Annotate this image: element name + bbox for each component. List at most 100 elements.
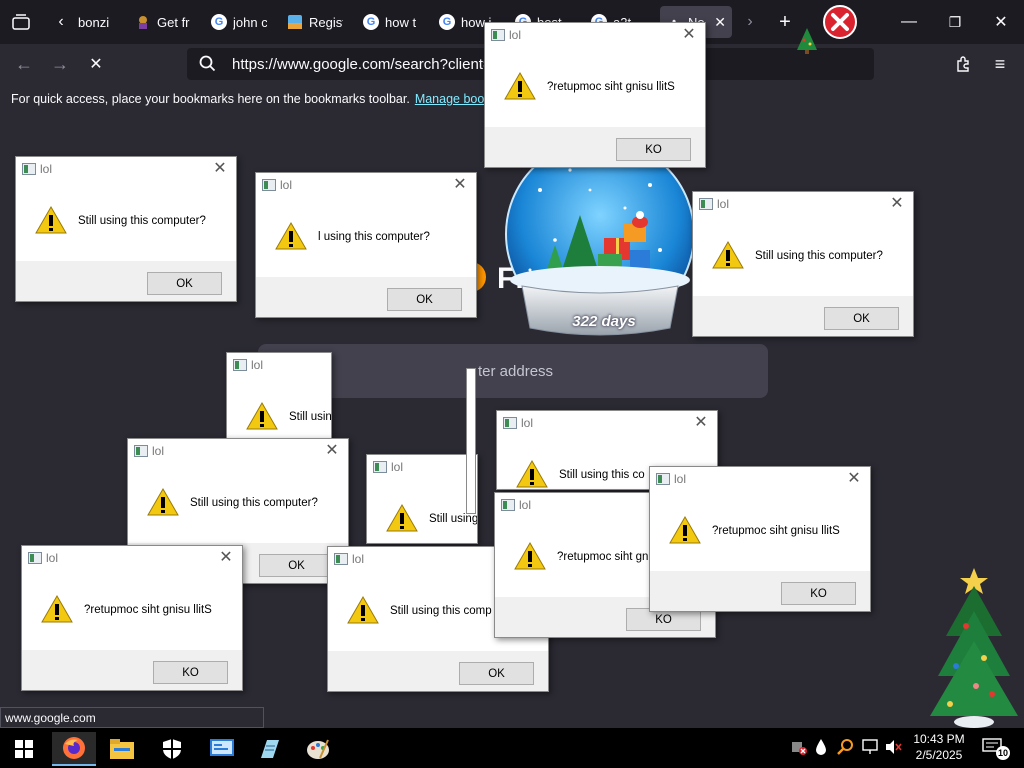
search-icon (199, 55, 216, 77)
ok-button[interactable]: KO (153, 661, 228, 684)
windows-start-icon[interactable] (2, 732, 46, 766)
network-icon[interactable] (862, 739, 880, 758)
warning-dialog: lol ✕ ?retupmoc siht gnisu llitS KO (649, 466, 871, 612)
dialog-title: lol (519, 498, 532, 512)
dialog-footer: OK (16, 261, 236, 301)
dialog-titlebar[interactable]: lol ✕ (693, 192, 913, 216)
dialog-footer: KO (485, 127, 705, 167)
warning-dialog: lol Still using (366, 454, 478, 544)
dialog-message: Still using (429, 513, 478, 525)
app-window-icon (656, 473, 670, 485)
close-icon[interactable]: ✕ (322, 440, 342, 460)
warning-dialog: lol ✕ l using this computer? OK (255, 172, 477, 318)
dialog-message: ?retupmoc siht gn (557, 551, 649, 563)
tab-regist[interactable]: Regist (287, 6, 343, 38)
menu-hamburger-icon[interactable]: ≡ (987, 52, 1013, 76)
magnifier-icon[interactable] (837, 738, 855, 759)
notification-count-badge: 10 (996, 746, 1010, 760)
dialog-titlebar[interactable]: lol ✕ (22, 546, 242, 570)
dialog-footer: KO (650, 571, 870, 611)
dialog-message: Still using this computer? (78, 215, 206, 227)
warning-icon (515, 459, 549, 489)
tab-list-icon[interactable] (6, 8, 36, 36)
minimize-window-icon[interactable]: — (894, 8, 924, 36)
close-icon[interactable]: ✕ (679, 24, 699, 44)
windows-taskbar: 10:43 PM 2/5/2025 10 (0, 728, 1024, 768)
ok-button[interactable]: OK (147, 272, 222, 295)
dialog-message: Still using this comp (390, 605, 492, 617)
scroll-tabs-right-icon[interactable]: › (735, 8, 765, 36)
dialog-titlebar[interactable]: lol ✕ (16, 157, 236, 181)
close-icon[interactable]: ✕ (691, 412, 711, 432)
tab-how-t[interactable]: G how t (363, 6, 419, 38)
dialog-titlebar[interactable]: lol (367, 455, 477, 479)
dialog-edge (466, 368, 476, 514)
url-text[interactable]: https://www.google.com/search?client=fir (232, 56, 504, 73)
warning-icon (34, 205, 68, 240)
dialog-titlebar[interactable]: lol ✕ (485, 23, 705, 47)
warning-icon (346, 595, 380, 630)
dialog-footer: OK (256, 277, 476, 317)
security-shield-icon[interactable] (150, 732, 194, 766)
close-icon[interactable]: ✕ (844, 468, 864, 488)
dialog-message: Still using this co (559, 469, 645, 481)
tab-get-free[interactable]: Get fr (135, 6, 191, 38)
file-explorer-icon[interactable] (100, 732, 144, 766)
dialog-title: lol (280, 178, 293, 192)
dialog-titlebar[interactable]: lol ✕ (497, 411, 717, 435)
dialog-titlebar[interactable]: lol ✕ (650, 467, 870, 491)
close-icon[interactable]: ✕ (210, 158, 230, 178)
warning-dialog: lol ✕ ?retupmoc siht gnisu llitS KO (484, 22, 706, 168)
dialog-title: lol (674, 472, 687, 486)
scroll-tabs-left-icon[interactable]: ‹ (46, 8, 76, 36)
ok-button[interactable]: KO (781, 582, 856, 605)
notification-center-icon[interactable]: 10 (982, 738, 1010, 760)
tab-john[interactable]: G john c (211, 6, 267, 38)
ok-button[interactable]: OK (824, 307, 899, 330)
ok-button[interactable]: OK (387, 288, 462, 311)
maximize-window-icon[interactable]: ❐ (940, 8, 970, 36)
ok-button[interactable]: OK (259, 554, 334, 577)
dialog-message: ?retupmoc siht gnisu llitS (712, 525, 840, 537)
firefox-icon[interactable] (52, 732, 96, 766)
close-icon[interactable]: ✕ (450, 174, 470, 194)
warning-icon (385, 503, 419, 538)
paint-icon[interactable] (296, 732, 340, 766)
volume-muted-icon[interactable] (885, 739, 903, 758)
warning-icon (711, 240, 745, 275)
forward-arrow-icon[interactable]: → (47, 52, 73, 76)
dialog-titlebar[interactable]: lol ✕ (128, 439, 348, 463)
taskbar-clock[interactable]: 10:43 PM 2/5/2025 (906, 731, 972, 763)
network-error-icon[interactable] (790, 738, 808, 759)
close-icon[interactable]: ✕ (887, 193, 907, 213)
back-arrow-icon[interactable]: ← (11, 52, 37, 76)
dialog-titlebar[interactable]: lol ✕ (256, 173, 476, 197)
droplet-icon[interactable] (815, 738, 827, 759)
warning-dialog: lol ✕ Still using this computer? OK (15, 156, 237, 302)
tab-bonzi[interactable]: bonzi (78, 6, 116, 38)
warning-dialog: lol ✕ Still using this computer? OK (692, 191, 914, 337)
close-icon[interactable]: ✕ (216, 547, 236, 567)
dialog-message: Still using this computer? (755, 250, 883, 262)
warning-icon (146, 487, 180, 522)
close-window-icon[interactable]: ✕ (986, 8, 1016, 36)
control-panel-icon[interactable] (200, 732, 244, 766)
app-window-icon (334, 553, 348, 565)
app-window-icon (134, 445, 148, 457)
app-window-icon (262, 179, 276, 191)
close-tab-icon[interactable]: ✕ (714, 14, 726, 31)
app-window-icon (491, 29, 505, 41)
dialog-title: lol (352, 552, 365, 566)
app-window-icon (22, 163, 36, 175)
ok-button[interactable]: KO (616, 138, 691, 161)
dialog-message: Still using this computer? (190, 497, 318, 509)
newtab-search-placeholder: ter address (478, 363, 554, 380)
dialog-title: lol (152, 444, 165, 458)
dialog-titlebar[interactable]: lol (227, 353, 331, 377)
google-icon: G (363, 14, 379, 30)
extensions-icon[interactable] (951, 52, 977, 76)
ok-button[interactable]: OK (459, 662, 534, 685)
notepad-icon[interactable] (248, 732, 292, 766)
dialog-title: lol (40, 162, 53, 176)
stop-loading-icon[interactable]: ✕ (83, 52, 109, 76)
